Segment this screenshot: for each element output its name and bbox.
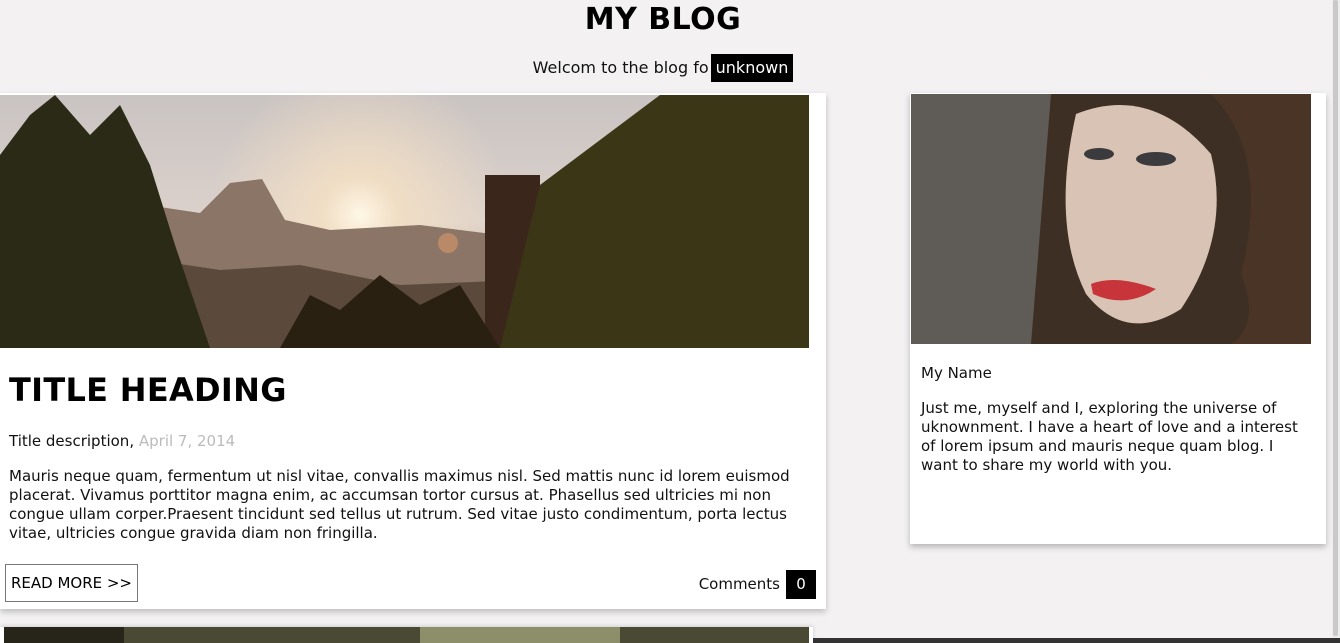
post-description: Title description,: [9, 432, 135, 450]
profile-name: My Name: [921, 364, 992, 382]
comments-indicator[interactable]: Comments 0: [699, 570, 816, 599]
welcome-text: Welcom to the blog fo: [532, 58, 709, 77]
horizontal-scrollbar[interactable]: [813, 638, 1340, 643]
comments-count-badge: 0: [786, 570, 816, 599]
next-post-card-peek: [0, 627, 813, 643]
vertical-scrollbar[interactable]: [1332, 0, 1340, 643]
profile-photo: [911, 94, 1311, 344]
post-hero-image: [0, 95, 809, 348]
read-more-button[interactable]: READ MORE >>: [5, 564, 138, 602]
post-date: April 7, 2014: [138, 432, 236, 450]
vertical-scrollbar-thumb[interactable]: [1333, 0, 1338, 636]
next-post-image: [4, 627, 809, 643]
profile-bio: Just me, myself and I, exploring the uni…: [921, 399, 1298, 474]
welcome-line: Welcom to the blog fo unknown: [0, 54, 1326, 82]
site-title: MY BLOG: [584, 2, 742, 37]
welcome-tag: unknown: [710, 54, 794, 82]
post-body: Mauris neque quam, fermentum ut nisl vit…: [9, 467, 790, 542]
post-meta: Title description, April 7, 2014: [9, 432, 235, 450]
post-title: TITLE HEADING: [9, 371, 287, 409]
comments-label: Comments: [698, 575, 780, 593]
blog-post-card: TITLE HEADING Title description, April 7…: [0, 93, 826, 609]
profile-card: My Name Just me, myself and I, exploring…: [910, 93, 1326, 544]
